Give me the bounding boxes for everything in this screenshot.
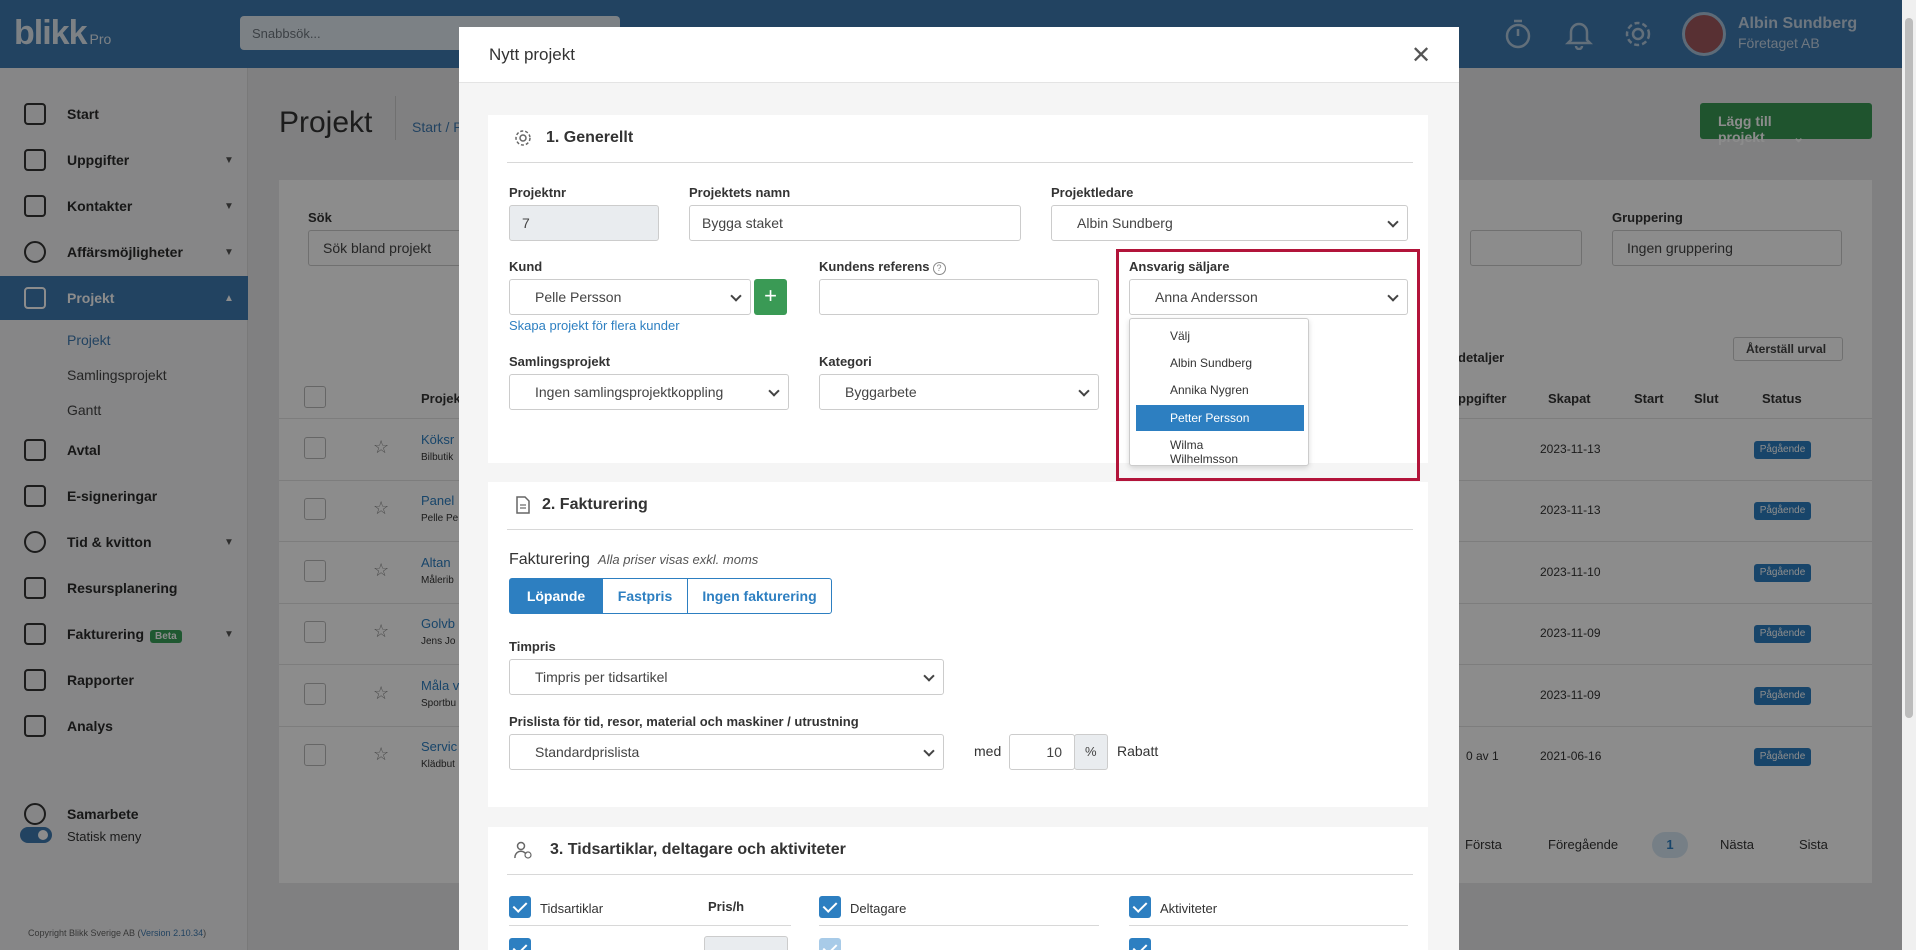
- billing-heading: Fakturering Alla priser visas exkl. moms: [509, 551, 759, 568]
- modal-title: Nytt projekt: [489, 45, 575, 64]
- participants-label: Deltagare: [850, 901, 907, 916]
- chevron-down-icon: [1387, 216, 1399, 228]
- collection-project-select[interactable]: Ingen samlingsprojektkoppling: [509, 374, 789, 410]
- gear-icon: [515, 130, 531, 146]
- customer-label: Kund: [509, 259, 543, 274]
- modal-header: Nytt projekt ✕: [459, 27, 1459, 83]
- chevron-down-icon: [923, 745, 935, 757]
- billing-note: Alla priser visas exkl. moms: [597, 552, 759, 567]
- add-customer-button[interactable]: +: [754, 279, 787, 315]
- activities-checkbox[interactable]: [1129, 896, 1151, 918]
- participants-checkbox[interactable]: [819, 896, 841, 918]
- section-title: 2. Fakturering: [542, 496, 648, 513]
- section-title: 3. Tidsartiklar, deltagare och aktivitet…: [550, 841, 846, 858]
- customer-reference-field[interactable]: [819, 279, 1099, 315]
- price-list-label: Prislista för tid, resor, material och m…: [509, 714, 859, 729]
- row-checkbox[interactable]: [509, 938, 531, 950]
- price-field: [704, 936, 788, 950]
- billing-mode-fastpris[interactable]: Fastpris: [602, 578, 688, 614]
- with-label: med: [974, 743, 1002, 759]
- divider: [507, 162, 1413, 163]
- price-per-hour-label: Pris/h: [708, 899, 745, 914]
- project-name-label: Projektets namn: [689, 185, 791, 200]
- collection-project-label: Samlingsprojekt: [509, 354, 611, 369]
- user-clock-icon: [514, 841, 532, 859]
- billing-mode-ingen[interactable]: Ingen fakturering: [687, 578, 832, 614]
- section-time-articles: 3. Tidsartiklar, deltagare och aktivitet…: [488, 827, 1428, 950]
- activities-label: Aktiviteter: [1160, 901, 1218, 916]
- row-checkbox: [819, 938, 841, 950]
- row-checkbox[interactable]: [1129, 938, 1151, 950]
- divider: [819, 925, 1099, 926]
- chevron-down-icon: [1078, 385, 1090, 397]
- project-number-field: 7: [509, 205, 659, 241]
- time-articles-label: Tidsartiklar: [540, 901, 604, 916]
- project-number-label: Projektnr: [509, 185, 567, 200]
- customer-select[interactable]: Pelle Persson: [509, 279, 751, 315]
- annotation-highlight-box: [1116, 249, 1420, 481]
- time-articles-checkbox[interactable]: [509, 896, 531, 918]
- chevron-down-icon: [730, 290, 742, 302]
- project-leader-label: Projektledare: [1051, 185, 1134, 200]
- chevron-down-icon: [923, 670, 935, 682]
- hourly-rate-select[interactable]: Timpris per tidsartikel: [509, 659, 944, 695]
- close-icon[interactable]: ✕: [1411, 41, 1431, 70]
- divider: [509, 925, 791, 926]
- document-icon: [516, 496, 530, 514]
- scrollbar[interactable]: [1902, 0, 1916, 950]
- hourly-rate-label: Timpris: [509, 639, 556, 654]
- chevron-down-icon: [768, 385, 780, 397]
- category-select[interactable]: Byggarbete: [819, 374, 1099, 410]
- project-name-field[interactable]: Bygga staket: [689, 205, 1021, 241]
- divider: [1129, 925, 1408, 926]
- customer-reference-label: Kundens referens?: [819, 259, 946, 275]
- divider: [507, 529, 1413, 530]
- new-project-modal: Nytt projekt ✕ 1. Generellt 2. Faktureri…: [459, 27, 1459, 950]
- discount-field[interactable]: 10: [1009, 734, 1075, 770]
- section-title: 1. Generellt: [546, 129, 634, 146]
- price-list-select[interactable]: Standardprislista: [509, 734, 944, 770]
- scrollbar-thumb[interactable]: [1905, 18, 1913, 718]
- billing-mode-lopande[interactable]: Löpande: [509, 578, 603, 614]
- discount-label: Rabatt: [1117, 743, 1159, 759]
- percent-addon: %: [1074, 734, 1108, 770]
- category-label: Kategori: [819, 354, 872, 369]
- help-icon[interactable]: ?: [932, 262, 946, 275]
- multi-customer-link[interactable]: Skapa projekt för flera kunder: [509, 318, 680, 333]
- divider: [507, 874, 1413, 875]
- project-leader-select[interactable]: Albin Sundberg: [1051, 205, 1408, 241]
